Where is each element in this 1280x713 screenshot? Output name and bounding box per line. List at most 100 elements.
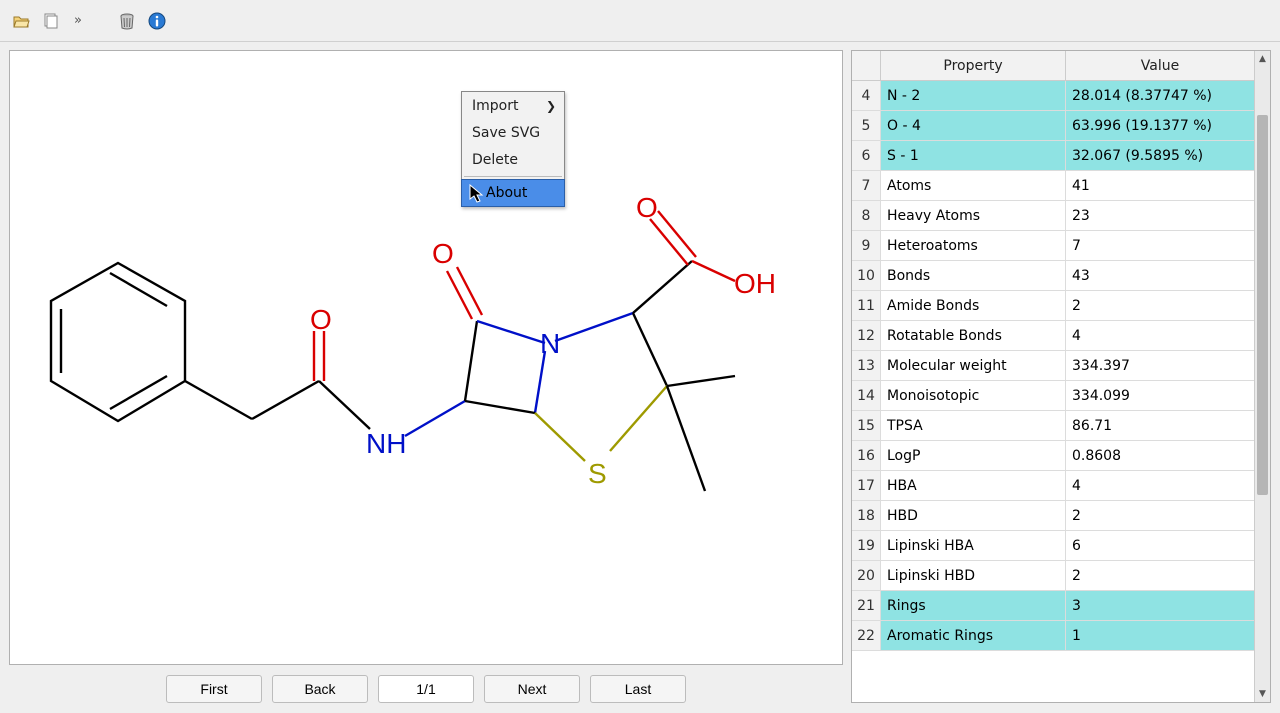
cell-num: 11: [852, 291, 881, 320]
table-row[interactable]: 6S - 132.067 (9.5895 %): [852, 141, 1254, 171]
last-button[interactable]: Last: [590, 675, 686, 703]
cell-num: 18: [852, 501, 881, 530]
cell-property: Molecular weight: [881, 351, 1066, 380]
cell-value: 86.71: [1066, 411, 1254, 440]
copy-icon[interactable]: [38, 8, 64, 34]
menu-item-delete[interactable]: Delete: [462, 146, 564, 173]
page-input[interactable]: [378, 675, 474, 703]
cell-num: 20: [852, 561, 881, 590]
menu-item-label: Delete: [472, 152, 518, 168]
next-button[interactable]: Next: [484, 675, 580, 703]
atom-label-nh: NH: [366, 428, 406, 459]
table-row[interactable]: 22Aromatic Rings1: [852, 621, 1254, 651]
nav-bar: First Back Next Last: [9, 673, 843, 703]
atom-label-oh: OH: [734, 268, 776, 299]
info-icon[interactable]: [144, 8, 170, 34]
table-row[interactable]: 20Lipinski HBD2: [852, 561, 1254, 591]
cell-property: Monoisotopic: [881, 381, 1066, 410]
table-row[interactable]: 10Bonds43: [852, 261, 1254, 291]
table-row[interactable]: 19Lipinski HBA6: [852, 531, 1254, 561]
table-header: Property Value: [852, 51, 1254, 81]
scroll-down-icon[interactable]: ▼: [1255, 686, 1270, 702]
atom-label-s: S: [588, 458, 607, 489]
cell-property: S - 1: [881, 141, 1066, 170]
cell-property: O - 4: [881, 111, 1066, 140]
table-row[interactable]: 7Atoms41: [852, 171, 1254, 201]
cell-value: 3: [1066, 591, 1254, 620]
cell-value: 23: [1066, 201, 1254, 230]
table-row[interactable]: 18HBD2: [852, 501, 1254, 531]
menu-item-save-svg[interactable]: Save SVG: [462, 119, 564, 146]
cell-value: 6: [1066, 531, 1254, 560]
table-row[interactable]: 11Amide Bonds2: [852, 291, 1254, 321]
cell-property: Bonds: [881, 261, 1066, 290]
cell-num: 14: [852, 381, 881, 410]
cell-value: 41: [1066, 171, 1254, 200]
table-row[interactable]: 4N - 228.014 (8.37747 %): [852, 81, 1254, 111]
cell-property: Atoms: [881, 171, 1066, 200]
cell-value: 2: [1066, 501, 1254, 530]
property-panel: Property Value 4N - 228.014 (8.37747 %)5…: [851, 50, 1271, 703]
cell-property: HBD: [881, 501, 1066, 530]
molecule-structure: O O O OH N NH S: [10, 51, 840, 641]
menu-item-about[interactable]: About: [461, 179, 565, 207]
cell-property: HBA: [881, 471, 1066, 500]
table-row[interactable]: 9Heteroatoms7: [852, 231, 1254, 261]
cell-value: 32.067 (9.5895 %): [1066, 141, 1254, 170]
cell-value: 334.397: [1066, 351, 1254, 380]
cell-num: 13: [852, 351, 881, 380]
table-row[interactable]: 13Molecular weight334.397: [852, 351, 1254, 381]
back-button[interactable]: Back: [272, 675, 368, 703]
header-num: [852, 51, 881, 80]
table-row[interactable]: 15TPSA86.71: [852, 411, 1254, 441]
cell-num: 5: [852, 111, 881, 140]
cell-value: 43: [1066, 261, 1254, 290]
cell-num: 4: [852, 81, 881, 110]
cell-value: 63.996 (19.1377 %): [1066, 111, 1254, 140]
cell-value: 4: [1066, 471, 1254, 500]
first-button[interactable]: First: [166, 675, 262, 703]
canvas-column: O O O OH N NH S Import ❯ Save SVG: [9, 50, 843, 703]
open-icon[interactable]: [8, 8, 34, 34]
cell-property: LogP: [881, 441, 1066, 470]
trash-icon[interactable]: [114, 8, 140, 34]
cell-value: 0.8608: [1066, 441, 1254, 470]
table-row[interactable]: 14Monoisotopic334.099: [852, 381, 1254, 411]
scroll-up-icon[interactable]: ▲: [1255, 51, 1270, 67]
table-row[interactable]: 12Rotatable Bonds4: [852, 321, 1254, 351]
main-area: O O O OH N NH S Import ❯ Save SVG: [9, 50, 1271, 703]
cell-num: 6: [852, 141, 881, 170]
table-row[interactable]: 16LogP0.8608: [852, 441, 1254, 471]
molecule-canvas[interactable]: O O O OH N NH S Import ❯ Save SVG: [9, 50, 843, 665]
cell-num: 17: [852, 471, 881, 500]
table-row[interactable]: 8Heavy Atoms23: [852, 201, 1254, 231]
cell-value: 4: [1066, 321, 1254, 350]
menu-item-label: About: [486, 185, 527, 201]
cell-value: 2: [1066, 561, 1254, 590]
scroll-thumb[interactable]: [1257, 115, 1268, 495]
menu-item-label: Save SVG: [472, 125, 540, 141]
chevron-right-icon[interactable]: »: [68, 13, 88, 28]
property-table: Property Value 4N - 228.014 (8.37747 %)5…: [852, 51, 1254, 702]
table-row[interactable]: 21Rings3: [852, 591, 1254, 621]
cell-property: Rotatable Bonds: [881, 321, 1066, 350]
cell-property: TPSA: [881, 411, 1066, 440]
atom-label-o: O: [432, 238, 454, 269]
table-row[interactable]: 17HBA4: [852, 471, 1254, 501]
cell-value: 7: [1066, 231, 1254, 260]
vertical-scrollbar[interactable]: ▲ ▼: [1254, 51, 1270, 702]
cell-num: 12: [852, 321, 881, 350]
cell-value: 334.099: [1066, 381, 1254, 410]
cell-value: 2: [1066, 291, 1254, 320]
chevron-right-icon: ❯: [546, 99, 556, 113]
table-body: 4N - 228.014 (8.37747 %)5O - 463.996 (19…: [852, 81, 1254, 651]
cell-num: 19: [852, 531, 881, 560]
table-row[interactable]: 5O - 463.996 (19.1377 %): [852, 111, 1254, 141]
menu-item-label: Import: [472, 98, 518, 114]
menu-item-import[interactable]: Import ❯: [462, 92, 564, 119]
menu-separator: [464, 176, 562, 177]
atom-label-o: O: [636, 192, 658, 223]
atom-label-n: N: [540, 328, 560, 359]
cell-property: Amide Bonds: [881, 291, 1066, 320]
cell-num: 9: [852, 231, 881, 260]
